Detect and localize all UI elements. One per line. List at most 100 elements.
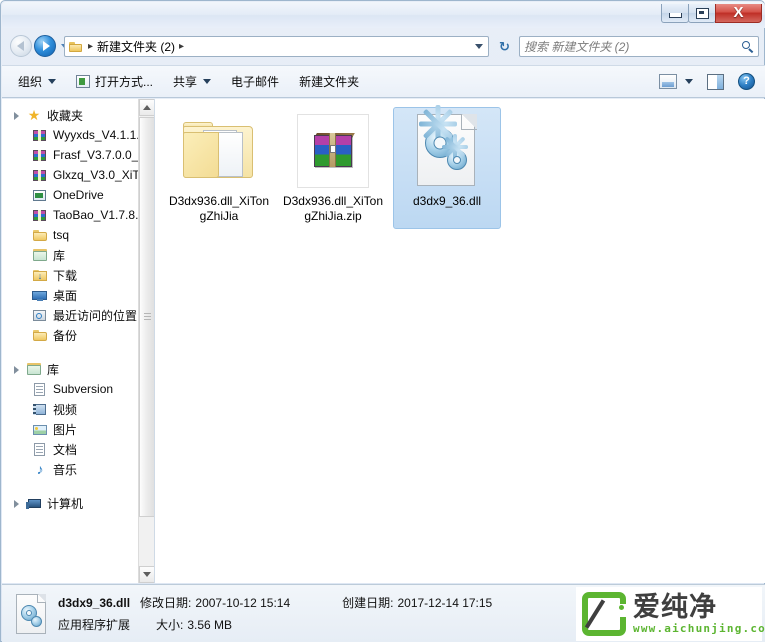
sidebar-item-tsq[interactable]: tsq	[2, 225, 154, 245]
file-item[interactable]: d3dx9_36.dll	[393, 105, 501, 229]
explorer-window: X ▸ 新建文件夹 (2) ▸ ↻ 搜索 新建文件夹 (2) 组织 打开方式..…	[0, 0, 765, 642]
picture-icon	[32, 422, 48, 437]
sidebar-item-文档[interactable]: 文档	[2, 439, 154, 459]
new-folder-button[interactable]: 新建文件夹	[289, 69, 369, 95]
sidebar-item-OneDrive[interactable]: OneDrive	[2, 185, 154, 205]
search-input[interactable]: 搜索 新建文件夹 (2)	[519, 36, 759, 57]
sidebar-item-桌面[interactable]: 桌面	[2, 285, 154, 305]
new-folder-label: 新建文件夹	[299, 75, 360, 89]
open-with-button[interactable]: 打开方式...	[66, 69, 163, 95]
sidebar-item-备份[interactable]: 备份	[2, 325, 154, 345]
sidebar-item-最近访问的位置[interactable]: 最近访问的位置	[2, 305, 154, 325]
close-button[interactable]: X	[715, 4, 762, 23]
sidebar-item-音乐[interactable]: ♪ 音乐	[2, 459, 154, 479]
sidebar-item-Wyyxds_V4.1.1.[interactable]: Wyyxds_V4.1.1.	[2, 125, 154, 145]
email-button[interactable]: 电子邮件	[221, 69, 289, 95]
archive-icon	[32, 148, 48, 163]
sidebar-item-下载[interactable]: 下载	[2, 265, 154, 285]
sidebar-item-TaoBao_V1.7.8.[interactable]: TaoBao_V1.7.8.	[2, 205, 154, 225]
modified-date-label: 修改日期:	[140, 596, 192, 610]
created-date-label: 创建日期:	[342, 596, 394, 610]
sidebar-item-收藏夹[interactable]: ★ 收藏夹	[2, 105, 154, 125]
minimize-button[interactable]	[661, 4, 689, 23]
file-list-pane[interactable]: ♻ D3dx936.dll_XiTongZhiJia D3dx936.dll_XiT…	[155, 99, 765, 583]
chevron-down-icon[interactable]	[685, 79, 693, 84]
window-controls: X	[661, 4, 762, 26]
logo-dot-shape	[619, 605, 624, 610]
expander-icon[interactable]	[12, 499, 21, 508]
computer-icon	[26, 496, 42, 511]
details-line-1: d3dx9_36.dll 修改日期: 2007-10-12 15:14 创建日期…	[58, 594, 492, 611]
scrollbar-thumb[interactable]	[139, 117, 154, 517]
details-line-2: 应用程序扩展 大小: 3.56 MB	[58, 616, 492, 633]
file-type-value: 应用程序扩展	[58, 618, 131, 632]
maximize-button[interactable]	[688, 4, 716, 23]
command-toolbar: 组织 打开方式... 共享 电子邮件 新建文件夹 ?	[2, 65, 765, 98]
folder-front-shape	[183, 132, 219, 178]
file-icon-wrapper	[409, 105, 485, 190]
sidebar-scrollbar[interactable]	[138, 99, 154, 583]
sidebar-item-Subversion[interactable]: Subversion	[2, 379, 154, 399]
zip-pull-shape	[330, 145, 336, 153]
address-bar[interactable]: ▸ 新建文件夹 (2) ▸	[64, 36, 489, 57]
breadcrumb-current-folder[interactable]: 新建文件夹 (2)	[97, 38, 175, 55]
sidebar-item-计算机[interactable]: 计算机	[2, 493, 154, 513]
scroll-down-button[interactable]	[139, 566, 154, 583]
file-item[interactable]: D3dx936.dll_XiTongZhiJia.zip	[279, 107, 387, 229]
page-fold-shape	[461, 114, 477, 130]
navigation-pane: ★ 收藏夹 Wyyxds_V4.1.1. Frasf_V3.7.0.0_X Glxzq_…	[2, 99, 154, 583]
search-placeholder: 搜索 新建文件夹 (2)	[524, 40, 630, 54]
sidebar-item-库[interactable]: 库	[2, 245, 154, 265]
created-date-value: 2017-12-14 17:15	[397, 596, 493, 610]
sidebar-item-label: tsq	[53, 228, 70, 242]
chevron-up-icon	[143, 105, 151, 110]
chevron-down-icon[interactable]	[475, 44, 483, 49]
share-button[interactable]: 共享	[163, 69, 221, 95]
sidebar-item-label: 文档	[53, 442, 78, 457]
folder-icon	[69, 41, 83, 53]
desktop-icon	[32, 288, 48, 303]
sidebar-item-Glxzq_V3.0_XiTo[interactable]: Glxzq_V3.0_XiTo	[2, 165, 154, 185]
sidebar-item-视频[interactable]: 视频	[2, 399, 154, 419]
details-file-name: d3dx9_36.dll	[58, 596, 131, 610]
sidebar-item-label: 库	[47, 362, 60, 377]
organize-button[interactable]: 组织	[8, 69, 66, 95]
zip-thumbnail-card	[297, 114, 369, 188]
sidebar-item-库[interactable]: 库	[2, 359, 154, 379]
sidebar-item-label: 音乐	[53, 462, 78, 477]
refresh-icon: ↻	[499, 38, 510, 54]
folder-icon	[32, 328, 48, 343]
open-with-icon	[76, 75, 91, 88]
change-view-icon[interactable]	[659, 74, 677, 89]
file-name-label: D3dx936.dll_XiTongZhiJia.zip	[282, 194, 384, 223]
refresh-button[interactable]: ↻	[495, 37, 514, 56]
watermark-name: 爱纯净	[633, 592, 717, 623]
help-icon[interactable]: ?	[738, 73, 755, 90]
library-icon	[26, 362, 42, 377]
archive-icon	[32, 208, 48, 223]
title-bar: X	[2, 2, 765, 28]
size-label: 大小:	[156, 618, 184, 632]
file-item[interactable]: ♻ D3dx936.dll_XiTongZhiJia	[165, 107, 273, 229]
sidebar-item-label: Glxzq_V3.0_XiTo	[53, 168, 146, 182]
sidebar-item-label: 视频	[53, 402, 78, 417]
forward-button[interactable]	[34, 35, 56, 57]
breadcrumb-separator-2[interactable]: ▸	[179, 41, 184, 52]
sidebar-item-Frasf_V3.7.0.0_X[interactable]: Frasf_V3.7.0.0_X	[2, 145, 154, 165]
back-button[interactable]	[10, 35, 32, 57]
chevron-down-icon	[48, 79, 57, 84]
sidebar-item-label: 计算机	[47, 496, 84, 511]
search-icon	[742, 40, 754, 53]
document-icon	[32, 442, 48, 457]
archive-icon	[32, 168, 48, 183]
expander-icon[interactable]	[12, 111, 21, 120]
expander-icon[interactable]	[12, 365, 21, 374]
scroll-up-button[interactable]	[139, 99, 154, 116]
sidebar-item-label: Frasf_V3.7.0.0_X	[53, 148, 147, 162]
back-arrow-icon	[16, 41, 24, 51]
sidebar-item-图片[interactable]: 图片	[2, 419, 154, 439]
preview-pane-icon[interactable]	[707, 73, 724, 90]
file-grid: ♻ D3dx936.dll_XiTongZhiJia D3dx936.dll_XiT…	[165, 105, 765, 229]
breadcrumb-separator-1[interactable]: ▸	[88, 41, 93, 52]
